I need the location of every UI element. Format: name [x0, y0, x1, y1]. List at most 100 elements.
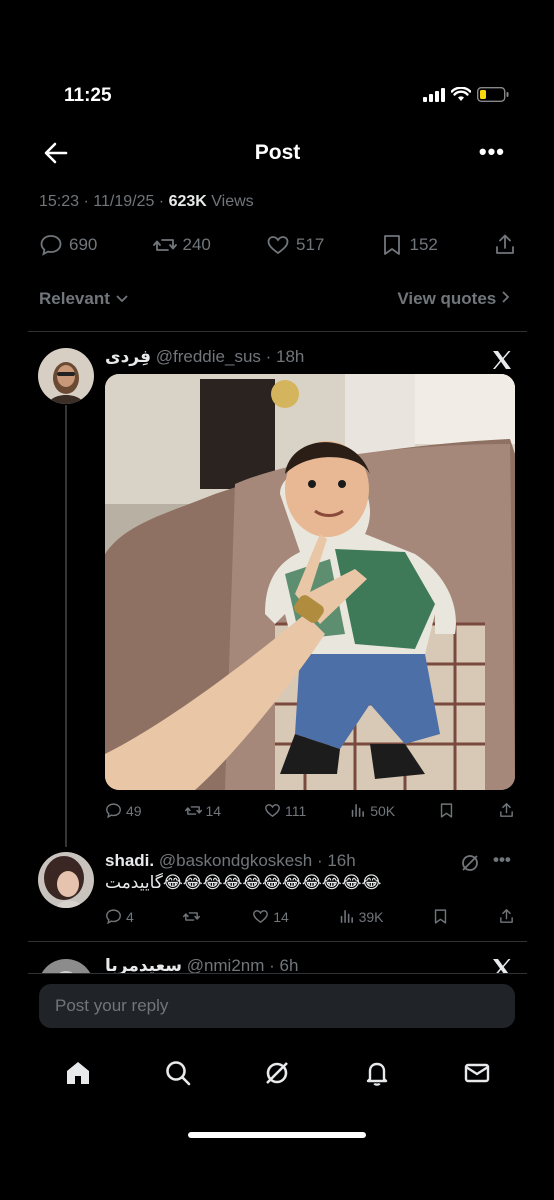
signal-icon — [423, 87, 445, 102]
bell-icon[interactable] — [362, 1058, 392, 1088]
share-icon — [500, 909, 513, 923]
home-indicator[interactable] — [188, 1132, 366, 1138]
display-name: سعیدمربا — [105, 956, 182, 973]
reply-author[interactable]: سعیدمربا @nmi2nm · 6h — [105, 956, 298, 973]
display-name: فِردی — [105, 347, 152, 366]
heart-icon — [267, 236, 289, 255]
view-count: 623K — [168, 193, 207, 210]
display-name: shadi. — [105, 851, 155, 870]
bookmark-button[interactable] — [432, 908, 449, 925]
post-actions: 690 240 517 152 — [39, 233, 517, 257]
analytics-icon — [340, 910, 353, 923]
reply-3-clip: سعیدمربا @nmi2nm · 6h — [28, 941, 527, 973]
reply-count: 4 — [126, 908, 134, 925]
divider — [28, 973, 527, 974]
analytics-icon — [351, 804, 365, 817]
status-bar: 11:25 — [28, 65, 527, 125]
bookmark-icon — [383, 235, 400, 255]
post-date: 11/19/25 — [93, 193, 155, 210]
chevron-down-icon — [115, 295, 128, 303]
share-icon — [496, 234, 514, 254]
reply-button[interactable]: 690 — [39, 233, 97, 257]
bookmark-icon — [440, 803, 453, 818]
status-icons — [423, 87, 509, 102]
repost-icon — [152, 239, 177, 251]
grok-icon[interactable] — [460, 853, 480, 873]
phone-screen: 11:25 Post ••• 15:23 · 11/19/25 · 623K V… — [28, 65, 527, 1150]
share-button[interactable] — [493, 233, 517, 257]
user-handle: @nmi2nm — [186, 956, 265, 973]
relevance-dropdown[interactable]: Relevant — [39, 289, 129, 309]
nav-bar: Post ••• — [28, 135, 527, 175]
sort-row: Relevant View quotes — [39, 289, 511, 309]
repost-button[interactable] — [182, 908, 204, 925]
reply-text: گاییدمت😂😂😂😂😂😂😂😂😂😂😂 — [105, 873, 382, 892]
view-count: 39K — [358, 908, 384, 925]
like-count: 14 — [273, 908, 289, 925]
repost-icon — [184, 806, 202, 815]
battery-icon — [477, 87, 509, 102]
bookmark-button[interactable] — [438, 802, 455, 819]
post-image[interactable] — [105, 374, 515, 790]
avatar[interactable] — [38, 348, 94, 404]
reply-composer[interactable]: Post your reply — [39, 984, 515, 1028]
repost-icon — [182, 912, 200, 921]
reply-metrics: 4 14 39K — [105, 908, 515, 925]
reply-input-placeholder: Post your reply — [55, 996, 169, 1015]
chevron-right-icon — [502, 291, 510, 303]
heart-icon — [253, 910, 269, 924]
reply-author[interactable]: shadi. @baskondgkoskesh · 16h — [105, 851, 356, 871]
repost-count: 240 — [182, 235, 211, 254]
home-icon[interactable] — [63, 1058, 93, 1088]
like-button[interactable]: 517 — [266, 233, 324, 257]
user-handle: @freddie_sus — [155, 347, 261, 366]
bookmark-button[interactable]: 152 — [380, 233, 438, 257]
wifi-icon — [451, 87, 471, 101]
like-count: 111 — [285, 802, 307, 819]
reply-time: 16h — [327, 851, 356, 870]
divider — [28, 331, 527, 332]
repost-button[interactable]: 240 — [152, 233, 211, 257]
reply-author[interactable]: فِردی @freddie_sus · 18h — [105, 347, 304, 367]
bookmark-count: 152 — [409, 235, 438, 254]
repost-count: 14 — [205, 802, 222, 819]
like-count: 517 — [296, 235, 325, 254]
x-logo-icon — [493, 351, 511, 369]
reply-metrics: 49 14 111 50K — [105, 802, 515, 819]
post-time: 15:23 — [39, 193, 80, 210]
grok-icon[interactable] — [262, 1058, 292, 1088]
more-options-icon[interactable]: ••• — [493, 850, 511, 870]
reply-icon — [106, 803, 121, 819]
reply-time: 18h — [276, 347, 305, 366]
mail-icon[interactable] — [462, 1058, 492, 1088]
relevance-label: Relevant — [39, 289, 110, 308]
status-time: 11:25 — [64, 85, 112, 106]
share-button[interactable] — [498, 802, 515, 819]
reply-count: 690 — [69, 235, 98, 254]
reply-count: 49 — [126, 802, 142, 819]
avatar[interactable] — [38, 852, 94, 908]
reply-button[interactable]: 4 — [105, 908, 134, 925]
repost-button[interactable]: 14 — [184, 802, 222, 819]
reply-button[interactable]: 49 — [105, 802, 142, 819]
x-logo-icon — [493, 959, 511, 973]
tab-bar — [28, 1040, 527, 1106]
search-icon[interactable] — [163, 1058, 193, 1088]
reply-icon — [106, 909, 121, 925]
more-options-icon[interactable]: ••• — [479, 139, 505, 165]
view-quotes-link[interactable]: View quotes — [397, 289, 511, 309]
user-handle: @baskondgkoskesh — [158, 851, 313, 870]
like-button[interactable]: 111 — [264, 802, 306, 819]
avatar[interactable] — [38, 959, 94, 973]
share-button[interactable] — [498, 908, 515, 925]
view-count: 50K — [370, 802, 396, 819]
views-button[interactable]: 39K — [338, 908, 384, 925]
views-label: Views — [211, 193, 254, 210]
page-title: Post — [254, 141, 301, 164]
view-quotes-label: View quotes — [397, 289, 497, 308]
views-button[interactable]: 50K — [349, 802, 395, 819]
like-button[interactable]: 14 — [252, 908, 289, 925]
reply-icon — [40, 235, 62, 256]
heart-icon — [265, 804, 280, 818]
thread-line — [65, 405, 67, 847]
